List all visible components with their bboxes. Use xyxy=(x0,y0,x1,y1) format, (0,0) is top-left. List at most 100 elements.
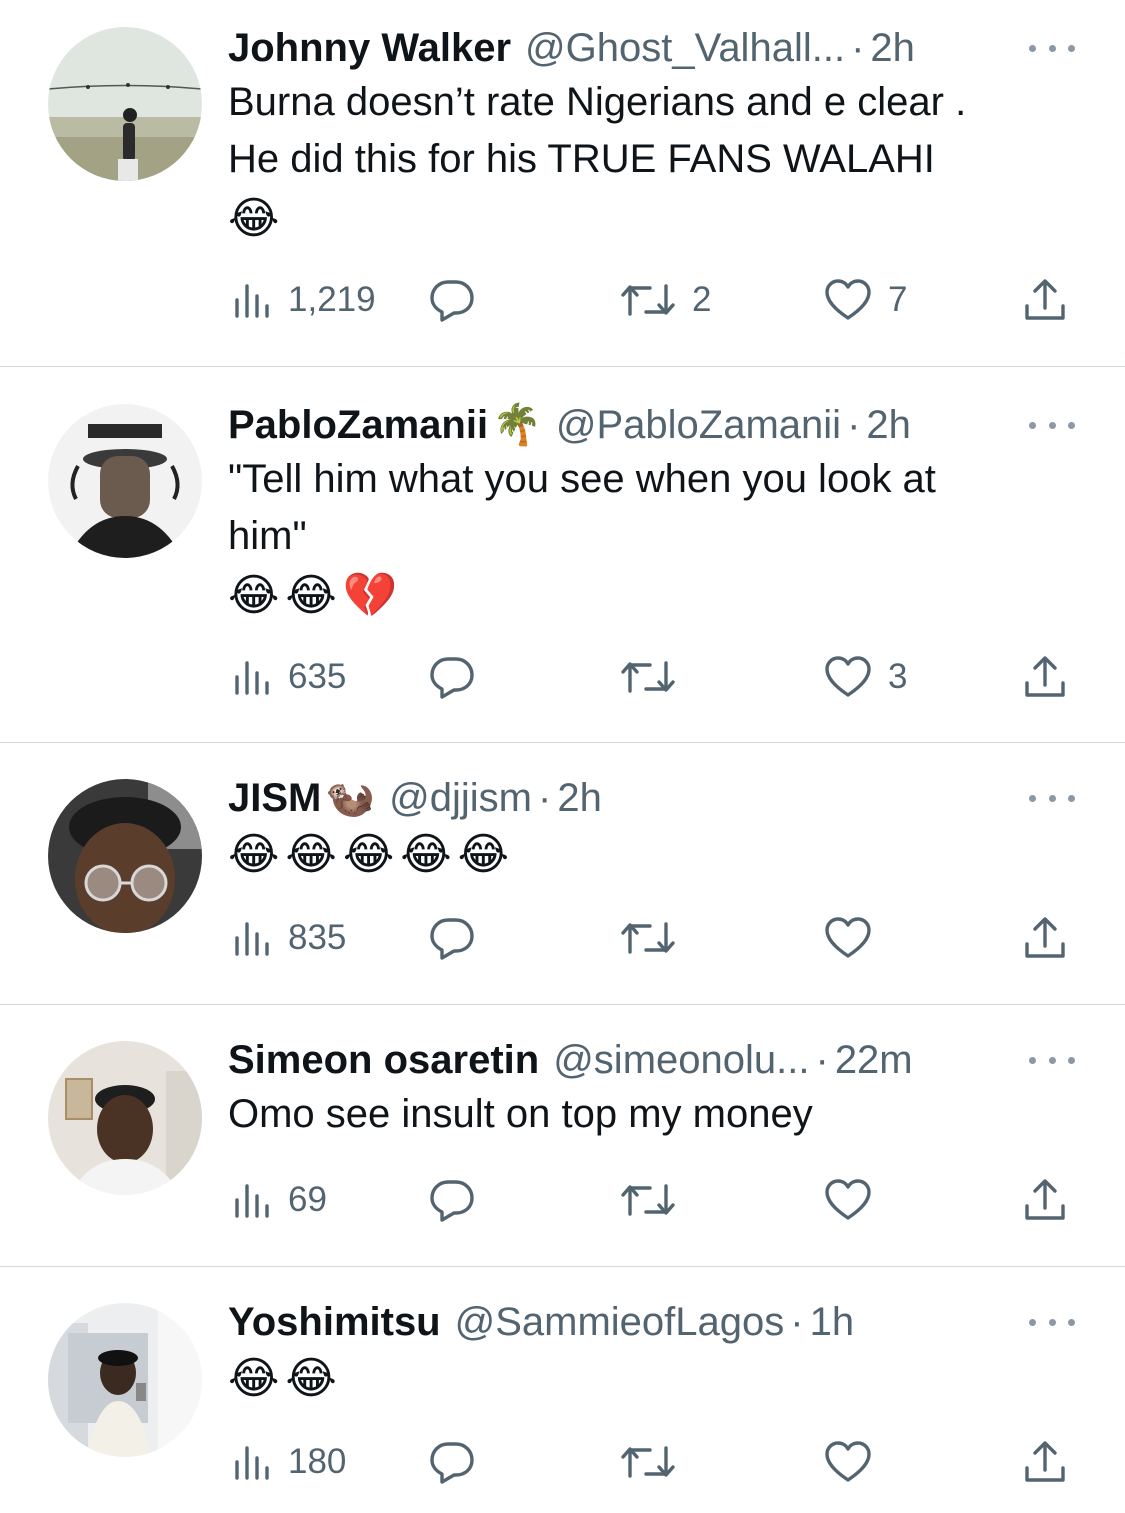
share-button[interactable] xyxy=(1024,1432,1066,1492)
timestamp[interactable]: 2h xyxy=(557,770,602,826)
tweet[interactable]: Simeon osaretin @simeonolu... · 22m Omo … xyxy=(0,1005,1125,1267)
retweet-button[interactable] xyxy=(620,908,692,968)
reply-button[interactable] xyxy=(428,1170,492,1230)
timestamp[interactable]: 2h xyxy=(866,397,911,453)
avatar[interactable] xyxy=(48,404,202,558)
retweet-icon xyxy=(621,661,675,693)
separator: · xyxy=(815,1038,829,1082)
views-button[interactable]: 180 xyxy=(232,1432,346,1492)
tweet-text: Burna doesn’t rate Nigerians and e clear… xyxy=(228,74,1075,250)
reply-button[interactable] xyxy=(428,647,492,707)
reply-button[interactable] xyxy=(428,270,492,330)
like-button[interactable]: 7 xyxy=(824,270,907,330)
like-button[interactable] xyxy=(824,908,888,968)
views-bar-chart-icon xyxy=(235,661,269,695)
heart-icon xyxy=(825,279,871,320)
tweet[interactable]: Yoshimitsu @SammieofLagos · 1h 😂😂 180 xyxy=(0,1267,1125,1513)
views-bar-chart-icon xyxy=(235,1184,269,1218)
timestamp[interactable]: 2h xyxy=(870,20,915,76)
views-button[interactable]: 69 xyxy=(232,1170,327,1230)
timestamp[interactable]: 22m xyxy=(835,1032,913,1088)
retweet-count: 2 xyxy=(692,280,712,319)
share-button[interactable] xyxy=(1024,1170,1066,1230)
tweet[interactable]: Johnny Walker @Ghost_Valhall... · 2h Bur… xyxy=(0,0,1125,367)
views-button[interactable]: 1,219 xyxy=(232,270,376,330)
retweet-button[interactable] xyxy=(620,1170,692,1230)
handle[interactable]: @djjism xyxy=(389,770,532,826)
handle[interactable]: @SammieofLagos xyxy=(455,1294,785,1350)
share-upload-icon xyxy=(1025,1441,1065,1482)
avatar[interactable] xyxy=(48,1041,202,1195)
tweet-text: "Tell him what you see when you look at … xyxy=(228,451,1075,627)
share-upload-icon xyxy=(1025,279,1065,320)
more-dots-icon[interactable] xyxy=(1029,34,1075,62)
reply-button[interactable] xyxy=(428,1432,492,1492)
display-name[interactable]: Simeon osaretin xyxy=(228,1032,539,1088)
retweet-icon xyxy=(621,1184,675,1216)
retweet-button[interactable] xyxy=(620,647,692,707)
more-dots-icon[interactable] xyxy=(1029,411,1075,439)
share-upload-icon xyxy=(1025,1179,1065,1220)
retweet-button[interactable] xyxy=(620,1432,692,1492)
views-bar-chart-icon xyxy=(235,284,269,318)
action-bar: 1,219 2 7 xyxy=(228,270,1078,330)
more-dots-icon[interactable] xyxy=(1029,784,1075,812)
tweet-emoji: 😂😂😂😂😂 xyxy=(228,830,516,879)
retweet-icon xyxy=(621,922,675,954)
tweet-emoji: 😂😂 xyxy=(228,1354,343,1403)
avatar[interactable] xyxy=(48,1303,202,1457)
action-bar: 69 xyxy=(228,1170,1078,1230)
share-button[interactable] xyxy=(1024,270,1066,330)
tweet[interactable]: JISM 🦦 @djjism · 2h 😂😂😂😂😂 835 xyxy=(0,743,1125,1005)
display-name[interactable]: JISM xyxy=(228,770,321,826)
name-emoji: 🦦 xyxy=(325,776,376,820)
action-bar: 180 xyxy=(228,1432,1078,1492)
handle[interactable]: @PabloZamanii xyxy=(556,397,841,453)
retweet-icon xyxy=(621,1446,675,1478)
like-count: 7 xyxy=(888,280,908,319)
timestamp[interactable]: 1h xyxy=(810,1294,855,1350)
view-count: 69 xyxy=(288,1180,327,1219)
handle[interactable]: @Ghost_Valhall... xyxy=(525,20,845,76)
tweet-text: 😂😂😂😂😂 xyxy=(228,824,1075,886)
tweet[interactable]: PabloZamanii 🌴 @PabloZamanii · 2h "Tell … xyxy=(0,367,1125,743)
heart-icon xyxy=(825,917,871,958)
display-name[interactable]: Yoshimitsu xyxy=(228,1294,441,1350)
separator: · xyxy=(847,403,861,447)
heart-icon xyxy=(825,1441,871,1482)
separator: · xyxy=(790,1300,804,1344)
tweet-text-line: "Tell him what you see when you look at xyxy=(228,457,936,501)
handle[interactable]: @simeonolu... xyxy=(553,1032,809,1088)
like-button[interactable] xyxy=(824,1170,888,1230)
more-dots-icon[interactable] xyxy=(1029,1308,1075,1336)
tweet-text-line: He did this for his TRUE FANS WALAHI xyxy=(228,137,935,181)
view-count: 180 xyxy=(288,1442,347,1481)
separator: · xyxy=(538,776,552,820)
like-button[interactable]: 3 xyxy=(824,647,907,707)
heart-icon xyxy=(825,656,871,697)
share-upload-icon xyxy=(1025,656,1065,697)
views-button[interactable]: 635 xyxy=(232,647,346,707)
tweet-text: 😂😂 xyxy=(228,1348,1075,1410)
views-bar-chart-icon xyxy=(235,922,269,956)
like-count: 3 xyxy=(888,657,908,696)
retweet-button[interactable]: 2 xyxy=(620,270,711,330)
views-button[interactable]: 835 xyxy=(232,908,346,968)
share-button[interactable] xyxy=(1024,908,1066,968)
views-bar-chart-icon xyxy=(235,1446,269,1480)
more-dots-icon[interactable] xyxy=(1029,1046,1075,1074)
avatar[interactable] xyxy=(48,27,202,181)
view-count: 1,219 xyxy=(288,280,376,319)
display-name[interactable]: Johnny Walker xyxy=(228,20,511,76)
action-bar: 835 xyxy=(228,908,1078,968)
tweet-text-line: Omo see insult on top my money xyxy=(228,1092,813,1136)
share-button[interactable] xyxy=(1024,647,1066,707)
reply-bubble-icon xyxy=(430,1180,474,1222)
view-count: 635 xyxy=(288,657,347,696)
display-name[interactable]: PabloZamanii xyxy=(228,397,488,453)
avatar[interactable] xyxy=(48,779,202,933)
retweet-icon xyxy=(621,284,675,316)
reply-button[interactable] xyxy=(428,908,492,968)
action-bar: 635 3 xyxy=(228,647,1078,707)
like-button[interactable] xyxy=(824,1432,888,1492)
